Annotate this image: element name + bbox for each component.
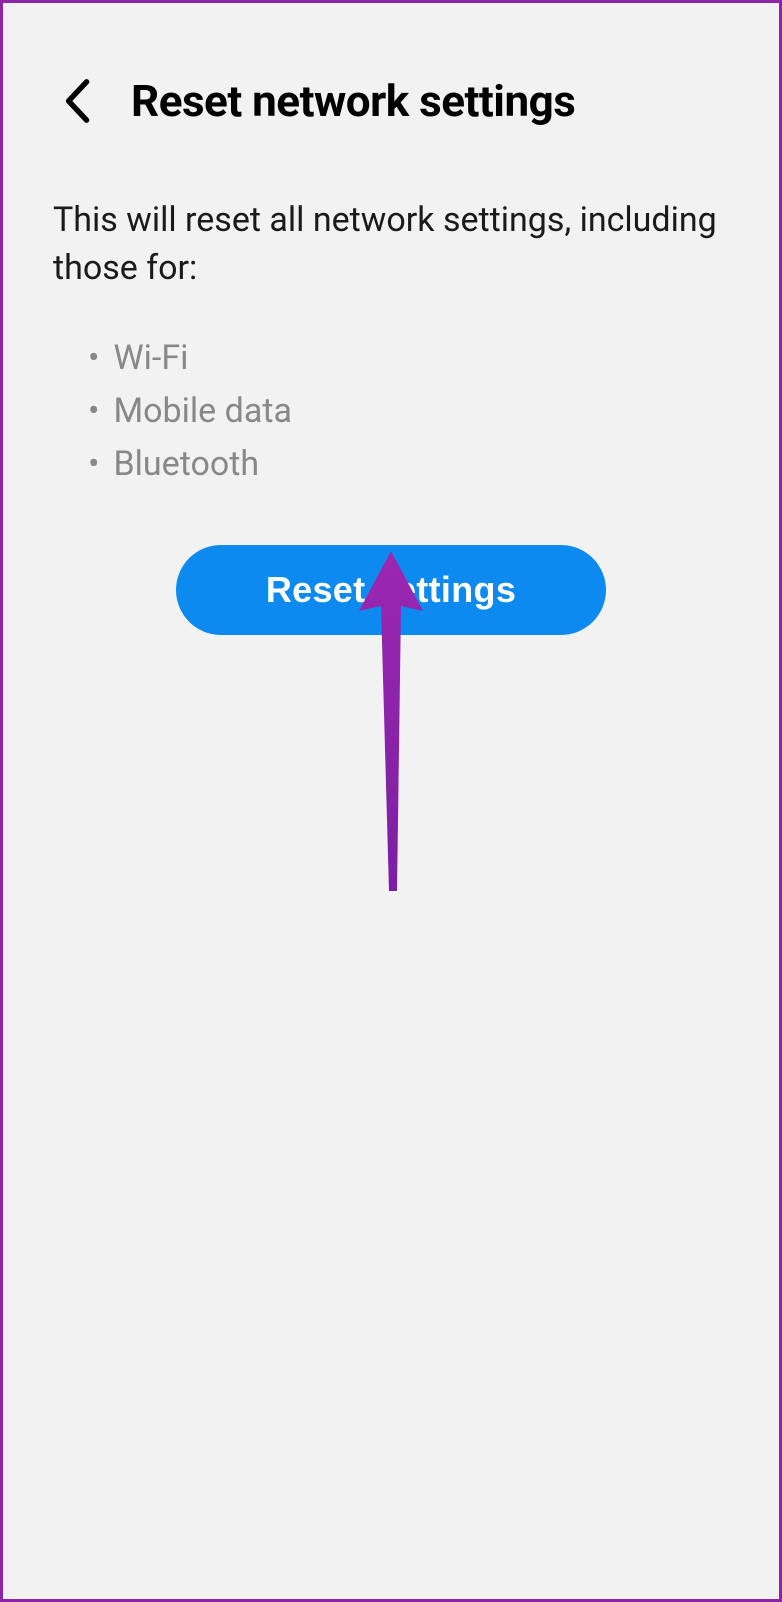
reset-settings-button[interactable]: Reset settings [176, 545, 606, 635]
reset-items-list: • Wi-Fi • Mobile data • Bluetooth [3, 312, 779, 490]
chevron-left-icon [62, 77, 92, 125]
list-item-label: Bluetooth [113, 438, 259, 491]
list-item-label: Wi-Fi [113, 332, 188, 385]
list-item-label: Mobile data [113, 385, 291, 438]
header: Reset network settings [3, 3, 779, 157]
back-button[interactable] [53, 77, 101, 125]
bullet-icon: • [88, 332, 99, 385]
bullet-icon: • [88, 438, 99, 491]
list-item: • Bluetooth [88, 438, 729, 491]
button-container: Reset settings [3, 545, 779, 635]
page-title: Reset network settings [131, 75, 575, 127]
bullet-icon: • [88, 385, 99, 438]
description-text: This will reset all network settings, in… [3, 157, 779, 312]
list-item: • Mobile data [88, 385, 729, 438]
list-item: • Wi-Fi [88, 332, 729, 385]
